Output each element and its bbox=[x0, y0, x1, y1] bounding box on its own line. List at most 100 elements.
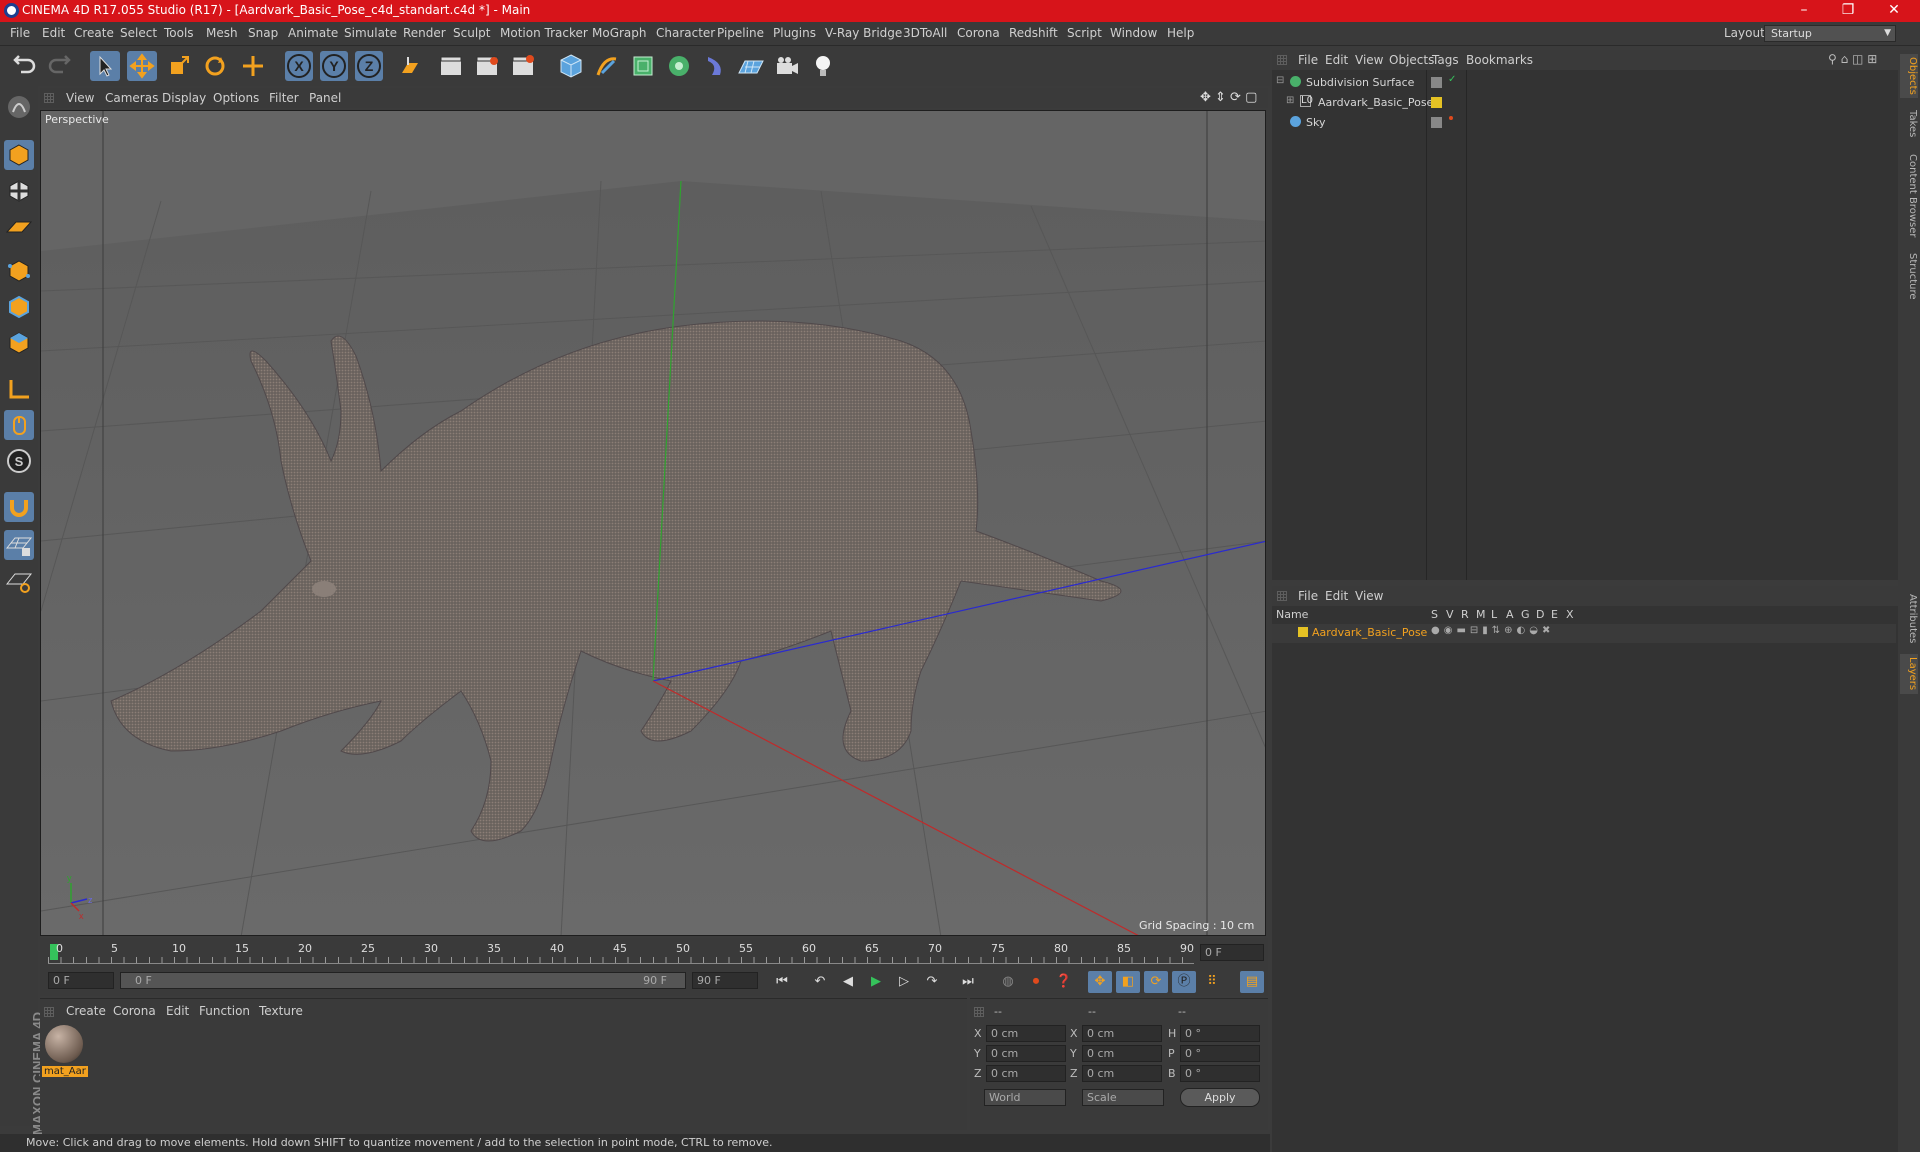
key-rotation-button[interactable]: ⟳ bbox=[1144, 971, 1168, 993]
menu-help[interactable]: Help bbox=[1167, 26, 1194, 40]
menu-plugins[interactable]: Plugins bbox=[773, 26, 816, 40]
timeline-ruler[interactable]: 0 5 10 15 20 25 30 35 40 45 50 55 60 65 … bbox=[40, 938, 1268, 968]
key-scale-button[interactable]: ◧ bbox=[1116, 971, 1140, 993]
object-row[interactable]: Sky bbox=[1272, 114, 1896, 133]
menu-simulate[interactable]: Simulate bbox=[344, 26, 397, 40]
size-mode-select[interactable]: Scale bbox=[1082, 1089, 1164, 1106]
visibility-dot-icon[interactable] bbox=[1449, 116, 1453, 120]
next-frame-button[interactable]: ▷ bbox=[892, 971, 916, 993]
menu-file[interactable]: File bbox=[10, 26, 30, 40]
menu-motion-tracker[interactable]: Motion Tracker bbox=[500, 26, 588, 40]
coordinate-system-button[interactable] bbox=[394, 51, 424, 81]
cube-object-button[interactable] bbox=[556, 51, 586, 81]
rot-p-field[interactable]: 0 ° bbox=[1180, 1045, 1260, 1062]
size-x-field[interactable]: 0 cm bbox=[1082, 1025, 1162, 1042]
layer-row[interactable]: Aardvark_Basic_Pose ●◉▬⊟▮⇅⊕◐◒✖ bbox=[1272, 624, 1896, 643]
menu-snap[interactable]: Snap bbox=[248, 26, 278, 40]
layer-name[interactable]: Aardvark_Basic_Pose bbox=[1312, 626, 1427, 639]
live-selection-button[interactable] bbox=[90, 51, 120, 81]
next-key-button[interactable]: ↷ bbox=[920, 971, 944, 993]
timeline-window-button[interactable]: ▤ bbox=[1240, 971, 1264, 993]
restore-button[interactable]: ❐ bbox=[1826, 0, 1870, 22]
lm-menu-file[interactable]: File bbox=[1298, 589, 1318, 603]
menu-mesh[interactable]: Mesh bbox=[206, 26, 238, 40]
key-parameter-button[interactable]: Ⓟ bbox=[1172, 971, 1196, 993]
record-keys-button[interactable]: ◍ bbox=[996, 971, 1020, 993]
size-z-field[interactable]: 0 cm bbox=[1082, 1065, 1162, 1082]
menu-corona[interactable]: Corona bbox=[957, 26, 1000, 40]
enabled-check-icon[interactable]: ✓ bbox=[1448, 74, 1456, 85]
make-editable-button[interactable] bbox=[4, 92, 34, 122]
rotate-tool-button[interactable] bbox=[200, 51, 230, 81]
x-axis-lock-button[interactable]: X bbox=[285, 51, 313, 81]
solo-button[interactable]: S bbox=[4, 446, 34, 476]
menu-pipeline[interactable]: Pipeline bbox=[717, 26, 764, 40]
pen-spline-button[interactable] bbox=[592, 51, 622, 81]
tab-objects[interactable]: Objects bbox=[1900, 54, 1918, 98]
om-menu-edit[interactable]: Edit bbox=[1325, 53, 1348, 67]
material-menu-create[interactable]: Create bbox=[66, 1004, 106, 1018]
column-v[interactable]: V bbox=[1446, 608, 1454, 621]
z-axis-lock-button[interactable]: Z bbox=[355, 51, 383, 81]
om-search-home-icons[interactable]: ⚲ ⌂ ◫ ⊞ bbox=[1828, 52, 1877, 66]
size-y-field[interactable]: 0 cm bbox=[1082, 1045, 1162, 1062]
snap-button[interactable] bbox=[4, 492, 34, 522]
key-position-button[interactable]: ✥ bbox=[1088, 971, 1112, 993]
menu-3dtoall[interactable]: 3DToAll bbox=[903, 26, 947, 40]
expand-icon[interactable]: ⊞ bbox=[1286, 95, 1294, 106]
menu-edit[interactable]: Edit bbox=[42, 26, 65, 40]
material-swatch[interactable]: mat_Aar bbox=[42, 1025, 88, 1081]
menu-create[interactable]: Create bbox=[74, 26, 114, 40]
floor-button[interactable] bbox=[736, 51, 766, 81]
column-g[interactable]: G bbox=[1521, 608, 1530, 621]
layer-color-swatch[interactable] bbox=[1298, 627, 1308, 637]
pos-x-field[interactable]: 0 cm bbox=[986, 1025, 1066, 1042]
column-l[interactable]: L bbox=[1491, 608, 1497, 621]
column-d[interactable]: D bbox=[1536, 608, 1544, 621]
material-menu-texture[interactable]: Texture bbox=[259, 1004, 303, 1018]
rot-b-field[interactable]: 0 ° bbox=[1180, 1065, 1260, 1082]
planar-workplane-button[interactable] bbox=[4, 566, 34, 596]
autokey-button[interactable]: ⏺ bbox=[1024, 971, 1048, 993]
coordinate-mode-select[interactable]: World bbox=[984, 1089, 1066, 1106]
layout-select[interactable]: Startup ▼ bbox=[1764, 25, 1896, 42]
redo-button[interactable] bbox=[44, 51, 74, 81]
menu-render[interactable]: Render bbox=[403, 26, 446, 40]
key-pla-button[interactable]: ⠿ bbox=[1200, 971, 1224, 993]
tab-attributes[interactable]: Attributes bbox=[1900, 590, 1918, 648]
end-frame-field[interactable]: 90 F bbox=[692, 972, 758, 989]
material-menu-corona[interactable]: Corona bbox=[113, 1004, 156, 1018]
menu-tools[interactable]: Tools bbox=[164, 26, 194, 40]
om-menu-view[interactable]: View bbox=[1355, 53, 1383, 67]
viewport-menu-cameras[interactable]: Cameras bbox=[105, 91, 158, 105]
render-picture-viewer-button[interactable] bbox=[472, 51, 502, 81]
edges-mode-button[interactable] bbox=[4, 292, 34, 322]
layer-toggle-icons[interactable]: ●◉▬⊟▮⇅⊕◐◒✖ bbox=[1431, 625, 1554, 636]
viewport-menu-panel[interactable]: Panel bbox=[309, 91, 341, 105]
material-menu-function[interactable]: Function bbox=[199, 1004, 250, 1018]
render-settings-button[interactable] bbox=[508, 51, 538, 81]
model-mode-button[interactable] bbox=[4, 140, 34, 170]
menu-vray-bridge[interactable]: V-Ray Bridge bbox=[825, 26, 902, 40]
previous-frame-button[interactable]: ◀ bbox=[836, 971, 860, 993]
undo-button[interactable] bbox=[10, 51, 40, 81]
column-s[interactable]: S bbox=[1431, 608, 1438, 621]
tab-structure[interactable]: Structure bbox=[1900, 248, 1918, 304]
pos-z-field[interactable]: 0 cm bbox=[986, 1065, 1066, 1082]
menu-select[interactable]: Select bbox=[120, 26, 157, 40]
tab-content-browser[interactable]: Content Browser bbox=[1900, 148, 1918, 244]
perspective-viewport[interactable]: y z x Perspective Grid Spacing : 10 cm bbox=[40, 110, 1266, 936]
column-e[interactable]: E bbox=[1551, 608, 1558, 621]
menu-redshift[interactable]: Redshift bbox=[1009, 26, 1058, 40]
object-row[interactable]: ⊟ Subdivision Surface ✓ bbox=[1272, 74, 1896, 93]
current-frame-field[interactable]: 0 F bbox=[1200, 944, 1264, 961]
polygons-mode-button[interactable] bbox=[4, 328, 34, 358]
scale-tool-button[interactable] bbox=[164, 51, 194, 81]
keyframe-selection-button[interactable]: ❓ bbox=[1052, 971, 1076, 993]
cloner-button[interactable] bbox=[664, 51, 694, 81]
timeline-track[interactable]: 0 5 10 15 20 25 30 35 40 45 50 55 60 65 … bbox=[48, 942, 1194, 964]
start-frame-field[interactable]: 0 F bbox=[48, 972, 114, 989]
lm-menu-view[interactable]: View bbox=[1355, 589, 1383, 603]
collapse-icon[interactable]: ⊟ bbox=[1276, 75, 1284, 86]
viewport-menu-display[interactable]: Display bbox=[162, 91, 206, 105]
